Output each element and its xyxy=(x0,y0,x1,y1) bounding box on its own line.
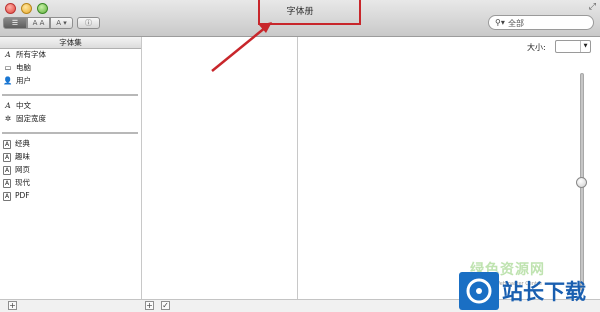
watermark-brand: 站长下载 xyxy=(502,280,586,304)
logo-mark-icon xyxy=(466,278,492,304)
watermark-logo-icon xyxy=(459,272,499,310)
